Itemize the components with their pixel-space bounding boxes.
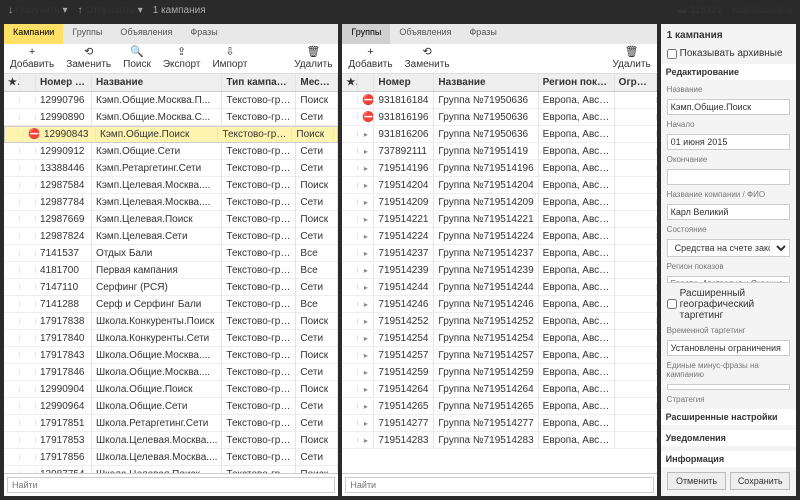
- table-row[interactable]: ▸719514196Группа №719514196Европа, Австр…: [342, 160, 656, 177]
- left-tabs: Кампании Группы Объявления Фразы: [4, 24, 338, 44]
- table-row[interactable]: 17917843Школа.Общие.Москва....Текстово-г…: [4, 347, 338, 364]
- table-row[interactable]: ▸719514283Группа №719514283Европа, Австр…: [342, 432, 656, 449]
- table-row[interactable]: ▸719514257Группа №719514257Европа, Австр…: [342, 347, 656, 364]
- balance: ▬ 115321: [677, 5, 722, 16]
- campaigns-rows[interactable]: 12990796Кэмп.Общие.Москва.П...Текстово-г…: [4, 92, 338, 473]
- table-row[interactable]: 7147110Серфинг (РСЯ)Текстово-граф...Сети: [4, 279, 338, 296]
- tab-ads-mid[interactable]: Объявления: [390, 24, 460, 44]
- table-row[interactable]: ▸719514259Группа №719514259Европа, Австр…: [342, 364, 656, 381]
- table-row[interactable]: 12987784Кэмп.Целевая.Москва....Текстово-…: [4, 194, 338, 211]
- table-row[interactable]: ▸719514265Группа №719514265Европа, Австр…: [342, 398, 656, 415]
- table-row[interactable]: ▸719514221Группа №719514221Европа, Австр…: [342, 211, 656, 228]
- left-search-input[interactable]: [7, 477, 335, 493]
- table-row[interactable]: 12990904Школа.Общие.ПоискТекстово-граф..…: [4, 381, 338, 398]
- table-row[interactable]: ▸719514246Группа №719514246Европа, Австр…: [342, 296, 656, 313]
- search-button[interactable]: 🔍Поиск: [123, 47, 151, 70]
- table-row[interactable]: ▸719514237Группа №719514237Европа, Австр…: [342, 245, 656, 262]
- table-row[interactable]: 17917840Школа.Конкуренты.СетиТекстово-гр…: [4, 330, 338, 347]
- table-row[interactable]: 12987669Кэмп.Целевая.ПоискТекстово-граф.…: [4, 211, 338, 228]
- groups-rows[interactable]: ⛔931816184Группа №71950636Европа, Австра…: [342, 92, 656, 473]
- table-row[interactable]: 12990964Школа.Общие.СетиТекстово-граф...…: [4, 398, 338, 415]
- tab-phrases[interactable]: Фразы: [181, 24, 226, 44]
- geo-checkbox[interactable]: Расширенный географический таргетинг: [667, 288, 790, 321]
- table-row[interactable]: ⛔12990843Кэмп.Общие.ПоискТекстово-граф..…: [4, 126, 338, 143]
- tab-ads[interactable]: Объявления: [111, 24, 181, 44]
- username[interactable]: mariakosnina: [733, 5, 792, 16]
- top-campaign[interactable]: 1 кампания: [153, 5, 206, 16]
- table-row[interactable]: 4181700Первая кампанияТекстово-граф...Вс…: [4, 262, 338, 279]
- minus-field[interactable]: август, австралии, апрель, банана, брази…: [667, 384, 790, 391]
- groups-panel: Группы Объявления Фразы +Добавить ⟲Замен…: [342, 24, 656, 496]
- table-row[interactable]: ▸931816206Группа №71950636Европа, Австра…: [342, 126, 656, 143]
- table-row[interactable]: 12990912Кэмп.Общие.СетиТекстово-граф...С…: [4, 143, 338, 160]
- section-edit: Редактирование: [661, 64, 796, 80]
- receive-button[interactable]: ↓ Получить ▾: [8, 5, 68, 16]
- table-row[interactable]: ▸719514239Группа №719514239Европа, Австр…: [342, 262, 656, 279]
- tab-groups[interactable]: Группы: [63, 24, 111, 44]
- replace-button-mid[interactable]: ⟲Заменить: [405, 47, 450, 70]
- table-row[interactable]: ▸719514264Группа №719514264Европа, Австр…: [342, 381, 656, 398]
- end-field[interactable]: [667, 169, 790, 185]
- delete-button-mid[interactable]: 🗑Удалить: [612, 47, 650, 70]
- fio-field[interactable]: [667, 204, 790, 220]
- table-row[interactable]: 17917838Школа.Конкуренты.ПоискТекстово-г…: [4, 313, 338, 330]
- import-button[interactable]: ⇩Импорт: [212, 47, 247, 70]
- table-row[interactable]: 13388446Кэмп.Ретаргетинг.СетиТекстово-гр…: [4, 160, 338, 177]
- time-field[interactable]: [667, 340, 790, 356]
- export-button[interactable]: ⇪Экспорт: [163, 47, 201, 70]
- table-row[interactable]: 17917856Школа.Целевая.Москва....Текстово…: [4, 449, 338, 466]
- left-toolbar: +Добавить ⟲Заменить 🔍Поиск ⇪Экспорт ⇩Имп…: [4, 44, 338, 74]
- table-row[interactable]: 17917846Школа.Общие.Москва....Текстово-г…: [4, 364, 338, 381]
- table-row[interactable]: ▸719514204Группа №719514204Европа, Австр…: [342, 177, 656, 194]
- show-archived-checkbox[interactable]: Показывать архивные: [667, 48, 790, 59]
- table-row[interactable]: ▸719514277Группа №719514277Европа, Австр…: [342, 415, 656, 432]
- send-button[interactable]: ↑ Отправить ▾: [78, 5, 143, 16]
- table-row[interactable]: ▸719514209Группа №719514209Европа, Австр…: [342, 194, 656, 211]
- name-field[interactable]: [667, 99, 790, 115]
- regions-field[interactable]: Европа, Австралия и Океания, СНГ (исключ…: [667, 276, 790, 283]
- table-row[interactable]: ▸737892111Группа №71951419Европа, Австра…: [342, 143, 656, 160]
- table-row[interactable]: 12990890Кэмп.Общие.Москва.С...Текстово-г…: [4, 109, 338, 126]
- table-row[interactable]: ▸719514244Группа №719514244Европа, Австр…: [342, 279, 656, 296]
- table-row[interactable]: 12987584Кэмп.Целевая.Москва....Текстово-…: [4, 177, 338, 194]
- table-row[interactable]: ▸719514224Группа №719514224Европа, Австр…: [342, 228, 656, 245]
- replace-button[interactable]: ⟲Заменить: [66, 47, 111, 70]
- table-row[interactable]: 12987824Кэмп.Целевая.СетиТекстово-граф..…: [4, 228, 338, 245]
- tab-campaigns[interactable]: Кампании: [4, 24, 63, 44]
- section-info[interactable]: Информация: [661, 451, 796, 467]
- section-advanced[interactable]: Расширенные настройки: [661, 409, 796, 425]
- delete-button[interactable]: 🗑Удалить: [294, 47, 332, 70]
- add-button[interactable]: +Добавить: [10, 47, 54, 70]
- edit-panel: 1 кампания Показывать архивные Редактиро…: [661, 24, 796, 496]
- cancel-button[interactable]: Отменить: [667, 472, 727, 490]
- table-row[interactable]: 12990796Кэмп.Общие.Москва.П...Текстово-г…: [4, 92, 338, 109]
- table-row[interactable]: ▸719514252Группа №719514252Европа, Австр…: [342, 313, 656, 330]
- mid-tabs: Группы Объявления Фразы: [342, 24, 656, 44]
- table-row[interactable]: ⛔931816196Группа №71950636Европа, Австра…: [342, 109, 656, 126]
- table-row[interactable]: 7141288Серф и Серфинг БалиТекстово-граф.…: [4, 296, 338, 313]
- top-bar: ↓ Получить ▾ ↑ Отправить ▾ 1 кампания ▬ …: [0, 0, 800, 20]
- save-button[interactable]: Сохранить: [730, 472, 790, 490]
- table-row[interactable]: 7141537Отдых БалиТекстово-граф...Все: [4, 245, 338, 262]
- panel-title: 1 кампания: [667, 30, 790, 41]
- table-row[interactable]: ▸719514254Группа №719514254Европа, Австр…: [342, 330, 656, 347]
- table-row[interactable]: 12987754Школа.Целевая.ПоискТекстово-граф…: [4, 466, 338, 473]
- tab-phrases-mid[interactable]: Фразы: [460, 24, 505, 44]
- table-row[interactable]: 17917851Школа.Ретаргетинг.СетиТекстово-г…: [4, 415, 338, 432]
- start-field[interactable]: [667, 134, 790, 150]
- table-row[interactable]: ⛔931816184Группа №71950636Европа, Австра…: [342, 92, 656, 109]
- tab-groups-mid[interactable]: Группы: [342, 24, 390, 44]
- mid-toolbar: +Добавить ⟲Заменить 🗑Удалить: [342, 44, 656, 74]
- section-notifications[interactable]: Уведомления: [661, 430, 796, 446]
- table-row[interactable]: 17917853Школа.Целевая.Москва....Текстово…: [4, 432, 338, 449]
- state-select[interactable]: Средства на счете закончил...: [667, 239, 790, 257]
- left-table-header[interactable]: ★ Номер кам...Название Тип кампанииМеста…: [4, 74, 338, 92]
- add-button-mid[interactable]: +Добавить: [348, 47, 392, 70]
- mid-table-header[interactable]: ★ НомерНазвание Регион показовОграни...: [342, 74, 656, 92]
- campaigns-panel: Кампании Группы Объявления Фразы +Добави…: [4, 24, 338, 496]
- mid-search-input[interactable]: [345, 477, 653, 493]
